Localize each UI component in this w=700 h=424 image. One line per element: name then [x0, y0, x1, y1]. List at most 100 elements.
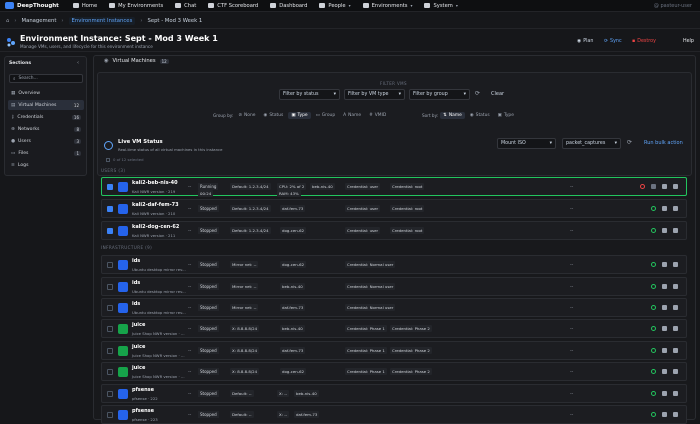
vm-row[interactable]: juice Juice Shop NWR version · ... Stopped… — [101, 341, 687, 360]
row-checkbox[interactable] — [107, 326, 113, 332]
groupby-group[interactable]: ▭ Group — [313, 112, 339, 119]
groupby-status[interactable]: ◉ Status — [260, 112, 286, 119]
collapse-icon[interactable]: ‹ — [77, 60, 79, 66]
power-icon[interactable] — [651, 228, 656, 233]
credential-chip[interactable]: Credential: Normal user — [345, 261, 396, 268]
trash-icon[interactable] — [673, 412, 678, 417]
host-chip[interactable]: dog-cen-62 — [280, 227, 307, 234]
nav-environments[interactable]: Environments ▾ — [357, 0, 419, 12]
help-button[interactable]: Help — [683, 39, 694, 44]
vm-row[interactable]: ids Ubuntu desktop mirror rev... Stopped Mi… — [101, 298, 687, 317]
groupby-name[interactable]: A Name — [340, 112, 364, 119]
credential-chip[interactable]: Credential: Phase 1 — [345, 325, 387, 332]
trash-icon[interactable] — [673, 262, 678, 267]
credential-chip[interactable]: Credential: Phase 2 — [390, 368, 432, 375]
host-chip[interactable]: beb-nis-40 — [310, 183, 335, 190]
credential-chip[interactable]: Credential: user — [345, 205, 381, 212]
groupby-type[interactable]: ▣ Type — [288, 112, 311, 119]
power-icon[interactable] — [651, 305, 656, 310]
sidebar-item-logs[interactable]: ≡ Logs — [8, 160, 84, 170]
vmtype-filter-select[interactable]: Filter by VM type ▾ — [344, 89, 405, 100]
credential-chip[interactable]: Credential: root — [390, 183, 425, 190]
crumb-environment-instances[interactable]: Environment Instances — [68, 16, 136, 25]
status-filter-select[interactable]: Filter by status ▾ — [279, 89, 340, 100]
trash-icon[interactable] — [673, 348, 678, 353]
vm-row[interactable]: juice Juice Shop NWR version · ... Stopped… — [101, 362, 687, 381]
trash-icon[interactable] — [673, 184, 678, 189]
camera-icon[interactable] — [662, 348, 667, 353]
network-chip[interactable]: Default: 1.2.3.4/24 — [230, 183, 271, 190]
groupby-vmid[interactable]: # VMID — [366, 112, 389, 119]
row-checkbox[interactable] — [107, 412, 113, 418]
nav-chat[interactable]: Chat — [169, 0, 202, 12]
host-chip[interactable]: daf-fem-73 — [280, 304, 306, 311]
camera-icon[interactable] — [662, 228, 667, 233]
host-chip[interactable]: beb-nis-40 — [280, 325, 305, 332]
sidebar-item-networks[interactable]: ⊕ Networks 8 — [8, 124, 84, 134]
nav-people[interactable]: People ▾ — [313, 0, 356, 12]
network-chip[interactable]: Default: 1.2.3.4/24 — [230, 227, 271, 234]
network-chip[interactable]: Mirror net: -- — [230, 283, 259, 290]
crumb-management[interactable]: Management — [22, 18, 57, 24]
mount-iso-select[interactable]: Mount ISO ▾ — [497, 138, 556, 149]
sortby-status[interactable]: ◉ Status — [467, 112, 493, 119]
vm-name[interactable]: juice — [132, 344, 145, 350]
vm-row[interactable]: kali2-beb-nis-40 Kali NWR version · 219 Ru… — [101, 177, 687, 197]
camera-icon[interactable] — [662, 412, 667, 417]
power-icon[interactable] — [651, 284, 656, 289]
group-filter-select[interactable]: Filter by group ▾ — [409, 89, 470, 100]
credential-chip[interactable]: Credential: Phase 2 — [390, 347, 432, 354]
trash-icon[interactable] — [673, 391, 678, 396]
sortby-type[interactable]: ▣ Type — [495, 112, 517, 119]
row-checkbox[interactable] — [107, 369, 113, 375]
run-bulk-action-button[interactable]: Run bulk action — [644, 140, 683, 146]
trash-icon[interactable] — [673, 305, 678, 310]
vm-row[interactable]: ids Ubuntu desktop mirror rev... Stopped Mi… — [101, 277, 687, 296]
credential-chip[interactable]: Credential: root — [390, 205, 425, 212]
vm-name[interactable]: kali2-beb-nis-40 — [132, 180, 178, 186]
nav-home[interactable]: Home — [67, 0, 103, 12]
vm-name[interactable]: ids — [132, 258, 140, 264]
trash-icon[interactable] — [673, 206, 678, 211]
credential-chip[interactable]: Credential: Normal user — [345, 283, 396, 290]
network-chip[interactable]: Mirror net: -- — [230, 261, 259, 268]
vm-name[interactable]: kali2-dog-cen-62 — [132, 224, 179, 230]
credential-chip[interactable]: Credential: Phase 2 — [390, 325, 432, 332]
vm-name[interactable]: pfsense — [132, 387, 154, 393]
user-menu[interactable]: @ pasteur-user — [654, 3, 700, 9]
clear-filters-button[interactable]: Clear — [491, 91, 504, 97]
row-checkbox[interactable] — [107, 206, 113, 212]
trash-icon[interactable] — [673, 228, 678, 233]
host-chip[interactable]: dog-cen-62 — [280, 368, 307, 375]
host-chip[interactable]: daf-fem-73 — [294, 411, 320, 418]
row-checkbox[interactable] — [107, 228, 113, 234]
select-all-checkbox[interactable] — [106, 157, 110, 162]
destroy-button[interactable]: ▪ Destroy — [632, 39, 656, 44]
vm-name[interactable]: kali2-daf-fem-73 — [132, 202, 179, 208]
sidebar-item-credentials[interactable]: ⚷ Credentials 16 — [8, 112, 84, 122]
trash-icon[interactable] — [673, 326, 678, 331]
vm-name[interactable]: juice — [132, 322, 145, 328]
vm-row[interactable]: pfsense pfsense · 222 Stopped Default: -- X:… — [101, 384, 687, 403]
credential-chip[interactable]: Credential: Phase 1 — [345, 347, 387, 354]
camera-icon[interactable] — [662, 391, 667, 396]
power-icon[interactable] — [651, 412, 656, 417]
row-checkbox[interactable] — [107, 262, 113, 268]
camera-icon[interactable] — [662, 284, 667, 289]
stop-icon[interactable] — [640, 184, 645, 189]
sidebar-search-input[interactable]: ⌕ Search... — [9, 74, 83, 83]
network-chip[interactable]: Default: 1.2.3.4/24 — [230, 205, 271, 212]
home-icon[interactable]: ⌂ — [6, 18, 9, 24]
host-chip[interactable]: daf-fem-73 — [280, 347, 306, 354]
row-checkbox[interactable] — [107, 305, 113, 311]
sidebar-item-users[interactable]: ● Users 3 — [8, 136, 84, 146]
credential-chip[interactable]: Credential: root — [390, 227, 425, 234]
credential-chip[interactable]: Credential: Normal user — [345, 304, 396, 311]
sidebar-item-overview[interactable]: ▦ Overview — [8, 88, 84, 98]
trash-icon[interactable] — [673, 369, 678, 374]
refresh-icon[interactable]: ⟳ — [627, 139, 632, 146]
network-chip[interactable]: X: 8.8.8.8/24 — [230, 368, 260, 375]
power-icon[interactable] — [651, 348, 656, 353]
power-icon[interactable] — [651, 262, 656, 267]
vm-row[interactable]: pfsense pfsense · 223 Stopped Default: -- X:… — [101, 405, 687, 424]
